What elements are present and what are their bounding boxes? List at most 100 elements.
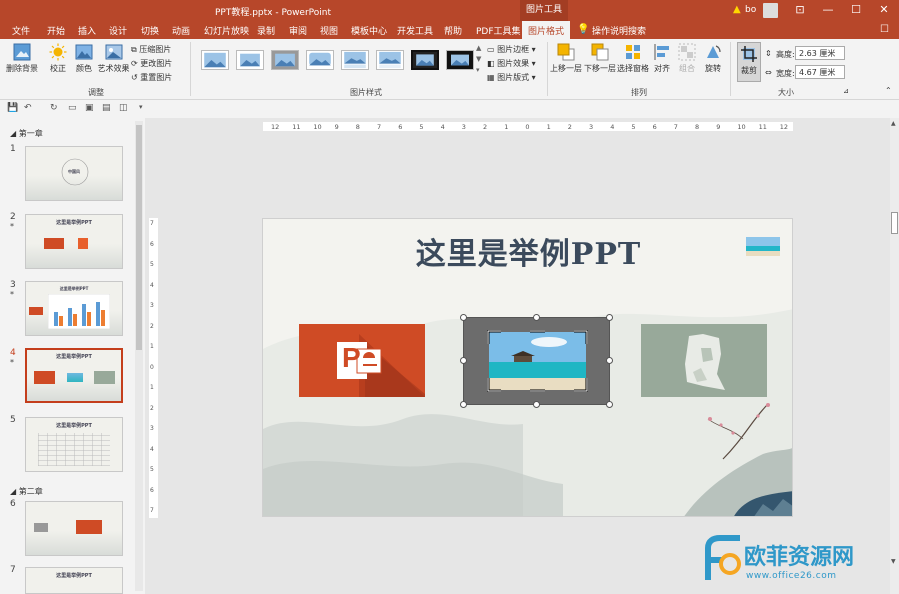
small-beach-image[interactable] <box>746 237 780 256</box>
slide-title[interactable]: 这里是举例PPT <box>263 229 792 273</box>
picture-style-6[interactable] <box>376 50 404 70</box>
powerpoint-logo-image[interactable]: P <box>299 324 425 397</box>
slides-scrollbar[interactable] <box>135 121 143 591</box>
resize-handle[interactable] <box>533 314 540 321</box>
crop-button[interactable]: 裁剪 <box>737 42 761 82</box>
customize-qat-icon[interactable]: ▾ <box>139 103 143 111</box>
picture-style-8[interactable] <box>446 50 474 70</box>
picture-style-7[interactable] <box>411 50 439 70</box>
warning-icon[interactable]: ▲ <box>733 4 741 15</box>
redo-icon[interactable]: ↻ <box>50 103 58 113</box>
crop-handles[interactable] <box>487 330 588 392</box>
ruler-tick: 9 <box>334 123 339 131</box>
resize-handle[interactable] <box>533 401 540 408</box>
resize-handle[interactable] <box>606 401 613 408</box>
collapse-ribbon-icon[interactable]: ⌃ <box>885 86 892 95</box>
maximize-button[interactable]: ☐ <box>845 2 867 18</box>
tab-file[interactable]: 文件 <box>12 24 30 37</box>
tab-help[interactable]: 帮助 <box>444 24 462 37</box>
slide-number: 1 <box>10 144 16 154</box>
height-input[interactable]: 2.63 厘米 <box>795 46 845 60</box>
selection-pane-icon <box>626 45 640 59</box>
tell-me-search[interactable]: 操作说明搜索 <box>592 24 646 37</box>
size-dialog-launcher[interactable]: ⊿ <box>843 87 849 95</box>
slide-canvas[interactable]: 这里是举例PPT P <box>262 218 793 517</box>
tab-design[interactable]: 设计 <box>109 24 127 37</box>
tab-view[interactable]: 视图 <box>320 24 338 37</box>
ruler-tick: 2 <box>150 322 154 330</box>
artistic-effects-button[interactable]: 艺术效果 <box>97 43 130 74</box>
slide-thumbnail-5[interactable]: 这里是举例PPT <box>25 417 123 472</box>
section-header[interactable]: ◢ 第二章 <box>10 486 43 497</box>
send-backward-button[interactable]: 下移一层 <box>584 43 616 74</box>
tab-animations[interactable]: 动画 <box>172 24 190 37</box>
reset-picture-button[interactable]: ↺ 重置图片 <box>131 72 172 83</box>
resize-handle[interactable] <box>460 357 467 364</box>
horizontal-ruler: 12 11 10 9 8 7 6 5 4 3 2 1 0 1 2 3 4 5 6 7 8 9 10 11 12 <box>263 122 793 131</box>
change-picture-button[interactable]: ⟳ 更改图片 <box>131 58 172 69</box>
picture-layout-button[interactable]: ▦ 图片版式 ▾ <box>487 72 536 83</box>
resize-handle[interactable] <box>460 314 467 321</box>
section-header[interactable]: ◢ 第一章 <box>10 128 43 139</box>
picture-border-button[interactable]: ▭ 图片边框 ▾ <box>487 44 536 55</box>
slide-thumbnail-3[interactable]: 这里是举例PPT <box>25 281 123 336</box>
tab-review[interactable]: 审阅 <box>289 24 307 37</box>
slide-thumbnail-6[interactable] <box>25 501 123 556</box>
picture-style-5[interactable] <box>341 50 369 70</box>
corrections-button[interactable]: 校正 <box>44 43 72 74</box>
site-watermark: 欧菲资源网 www.office26.com <box>700 530 899 594</box>
comment-icon[interactable]: ☐ <box>880 24 889 35</box>
color-button[interactable]: 颜色 <box>72 43 96 74</box>
tab-developer[interactable]: 开发工具 <box>397 24 433 37</box>
width-input[interactable]: 4.67 厘米 <box>795 65 845 79</box>
tab-pdf-tools[interactable]: PDF工具集 <box>476 24 521 37</box>
tab-picture-format[interactable]: 图片格式 <box>522 21 571 39</box>
resize-handle[interactable] <box>606 314 613 321</box>
picture-style-3[interactable] <box>271 50 299 70</box>
picture-icon[interactable]: ▣ <box>85 103 94 113</box>
user-name[interactable]: bo <box>745 5 756 15</box>
editor-scrollbar[interactable]: ▲ ▼ <box>890 118 899 594</box>
tab-home[interactable]: 开始 <box>47 24 65 37</box>
ribbon-display-icon[interactable]: ⊡ <box>789 2 811 18</box>
rotate-button[interactable]: 旋转 <box>702 43 724 74</box>
start-slideshow-icon[interactable]: ▭ <box>68 103 77 113</box>
save-icon[interactable]: 💾 <box>7 103 18 113</box>
artistic-effect-image[interactable] <box>641 324 767 397</box>
selection-pane-button[interactable]: 选择窗格 <box>617 43 649 74</box>
shapes-icon[interactable]: ◫ <box>119 103 128 113</box>
slide-thumbnail-4[interactable]: 这里是举例PPT <box>25 348 123 403</box>
slide-thumbnail-2[interactable]: 这里是举例PPT <box>25 214 123 269</box>
tab-record[interactable]: 录制 <box>257 24 275 37</box>
resize-handle[interactable] <box>460 401 467 408</box>
close-button[interactable]: ✕ <box>873 2 895 18</box>
styles-gallery-scroll[interactable]: ▲ ▼ ▾ <box>476 43 481 76</box>
bring-forward-button[interactable]: 上移一层 <box>550 43 582 74</box>
ruler-tick: 2 <box>483 123 488 131</box>
tab-insert[interactable]: 插入 <box>78 24 96 37</box>
remove-background-button[interactable]: 删除背景 <box>5 43 39 74</box>
ruler-tick: 3 <box>461 123 466 131</box>
ruler-tick: 2 <box>150 404 154 412</box>
slide-thumbnail-1[interactable]: 中国风 <box>25 146 123 201</box>
minimize-button[interactable]: — <box>817 2 839 18</box>
scroll-up-icon[interactable]: ▲ <box>891 120 896 127</box>
slide-thumbnail-7[interactable]: 这里是举例PPT <box>25 567 123 594</box>
tab-template-center[interactable]: 模板中心 <box>351 24 387 37</box>
artistic-effects-icon <box>105 44 122 60</box>
group-button[interactable]: 组合 <box>676 43 698 74</box>
table-icon[interactable]: ▤ <box>102 103 111 113</box>
tab-slideshow[interactable]: 幻灯片放映 <box>204 24 249 37</box>
ruler-tick: 3 <box>150 302 154 309</box>
compress-pictures-button[interactable]: ⧉ 压缩图片 <box>131 44 171 55</box>
tab-transitions[interactable]: 切换 <box>141 24 159 37</box>
undo-icon[interactable]: ↶ <box>24 103 32 113</box>
picture-style-2[interactable] <box>236 50 264 70</box>
picture-style-1[interactable] <box>201 50 229 70</box>
picture-effects-button[interactable]: ◧ 图片效果 ▾ <box>487 58 536 69</box>
align-button[interactable]: 对齐 <box>651 43 673 74</box>
resize-handle[interactable] <box>606 357 613 364</box>
rotate-icon <box>707 45 721 58</box>
picture-style-4[interactable] <box>306 50 334 70</box>
avatar[interactable] <box>763 3 778 18</box>
